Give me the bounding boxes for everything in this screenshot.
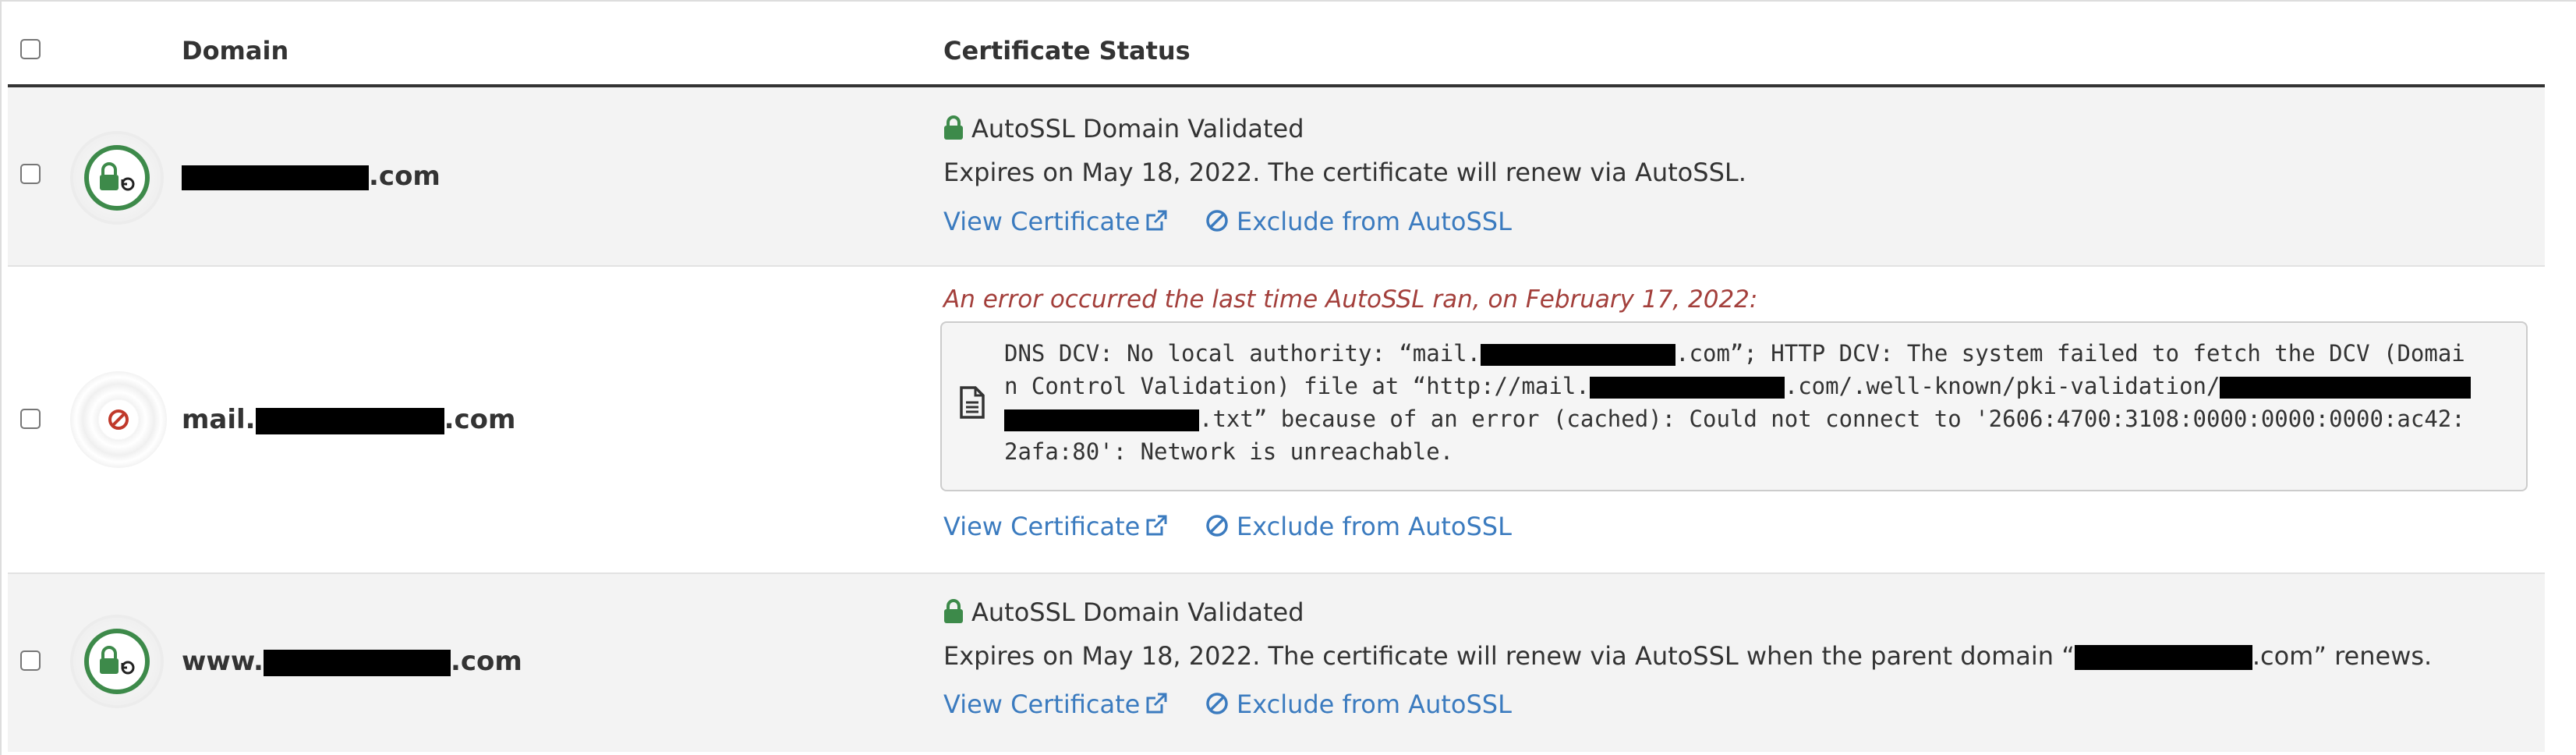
domain-name: mail. .com [182, 404, 516, 435]
lock-icon [944, 115, 963, 140]
redacted-text [1589, 377, 1785, 399]
lock-sync-icon [100, 162, 135, 191]
status-description: Expires on May 18, 2022. The certificate… [943, 158, 1746, 187]
external-link-icon [1146, 210, 1167, 231]
exclude-from-autossl-link[interactable]: Exclude from AutoSSL [1205, 205, 1512, 238]
view-certificate-link[interactable]: View Certificate [943, 688, 1168, 721]
exclude-from-autossl-link[interactable]: Exclude from AutoSSL [1205, 688, 1512, 721]
domain-name: .com [182, 159, 441, 193]
ban-icon [1206, 210, 1228, 232]
select-all-checkbox[interactable] [20, 39, 41, 59]
redacted-text [2074, 645, 2252, 670]
table-row: www. .com AutoSSL Domain Validated Expire… [8, 574, 2545, 752]
view-certificate-link[interactable]: View Certificate [943, 510, 1168, 543]
ssl-status-badge [73, 618, 161, 705]
redacted-text [1481, 344, 1676, 366]
row-checkbox[interactable] [20, 650, 41, 671]
ban-icon [1206, 693, 1228, 714]
ban-icon [108, 409, 129, 430]
redacted-text [1004, 409, 1199, 431]
certificate-status-column-header[interactable]: Certificate Status [943, 34, 1191, 67]
row-checkbox[interactable] [20, 409, 41, 429]
domain-name: www. .com [182, 646, 522, 677]
lock-icon [944, 599, 963, 623]
redacted-text [182, 165, 369, 190]
status-title: AutoSSL Domain Validated [943, 112, 1304, 145]
error-log-box: DNS DCV: No local authority: “mail. .com”… [940, 321, 2528, 491]
external-link-icon [1146, 693, 1167, 714]
view-certificate-link[interactable]: View Certificate [943, 205, 1168, 238]
table-row: mail. .com An error occurred the last tim… [8, 267, 2545, 572]
exclude-from-autossl-link[interactable]: Exclude from AutoSSL [1205, 510, 1512, 543]
redacted-text [263, 649, 451, 676]
table-header: Domain Certificate Status [0, 0, 2545, 86]
domain-column-header[interactable]: Domain [182, 34, 288, 67]
external-link-icon [1146, 515, 1167, 536]
ssl-status-badge [73, 134, 161, 222]
status-title: AutoSSL Domain Validated [943, 596, 1304, 629]
autossl-error-heading: An error occurred the last time AutoSSL … [943, 285, 1758, 314]
lock-sync-icon [100, 646, 135, 675]
redacted-text [2220, 377, 2472, 399]
ban-icon [1206, 515, 1228, 537]
table-row: .com AutoSSL Domain Validated Expires on… [8, 87, 2545, 267]
document-icon [960, 386, 985, 419]
redacted-text [255, 407, 444, 434]
error-log-text: DNS DCV: No local authority: “mail. .com”… [1004, 337, 2493, 468]
status-description: Expires on May 18, 2022. The certificate… [943, 641, 2433, 671]
row-checkbox[interactable] [20, 164, 41, 184]
ssl-error-badge [70, 371, 167, 468]
